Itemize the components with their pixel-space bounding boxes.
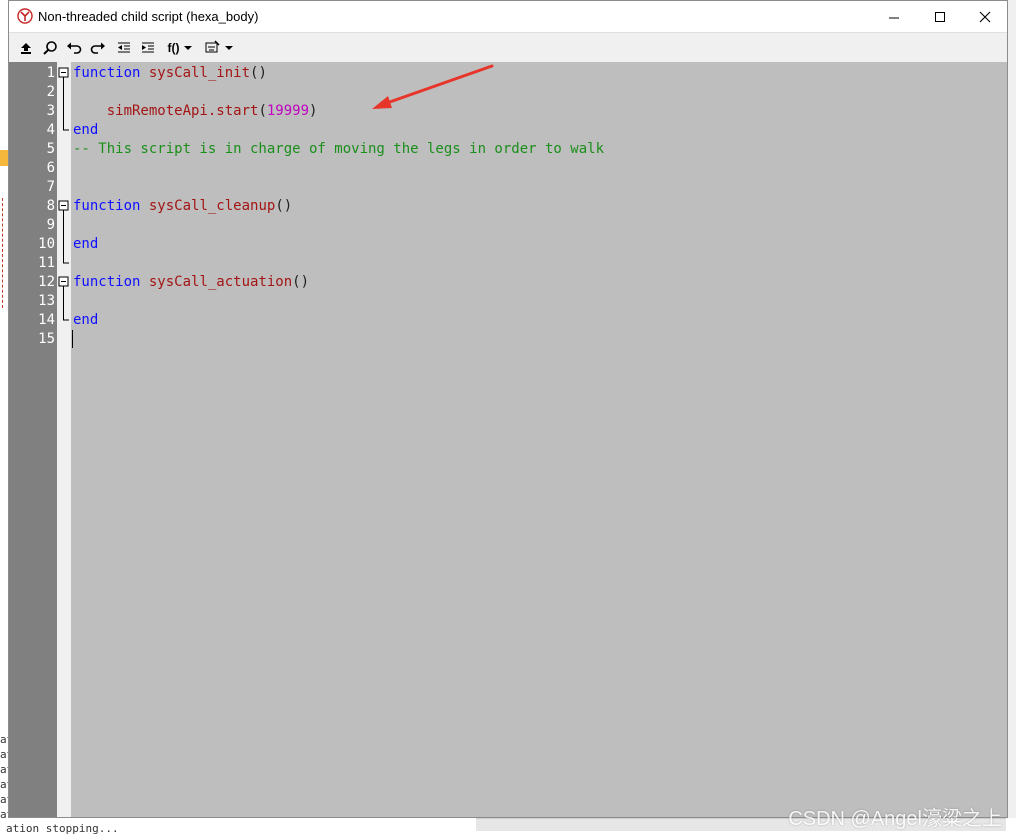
code-area[interactable]: function sysCall_init() simRemoteApi.sta…	[71, 62, 1007, 817]
line-number: 8	[46, 198, 55, 214]
code-token: ()	[250, 65, 267, 81]
code-token: function	[73, 198, 141, 214]
window-title: Non-threaded child script (hexa_body)	[38, 9, 259, 24]
code-token: (	[258, 103, 267, 119]
fold-toggle-icon	[58, 276, 69, 287]
close-icon	[979, 11, 991, 22]
close-button[interactable]	[962, 1, 1008, 32]
annotation-arrow-icon	[372, 64, 494, 109]
fold-toggle-icon	[58, 200, 69, 211]
code-line: function sysCall_actuation()	[73, 273, 309, 292]
code-editor[interactable]: 1 2 3 4 5 6 7 8 9 10 11 12 13 14 15 func…	[9, 62, 1007, 817]
code-token: 19999	[266, 103, 310, 119]
code-token: function	[73, 65, 141, 81]
maximize-icon	[935, 11, 945, 22]
line-number: 9	[46, 217, 55, 233]
line-number: 10	[38, 236, 55, 252]
function-menu-label: f()	[167, 41, 180, 55]
code-token: end	[73, 236, 99, 252]
search-icon	[43, 41, 57, 55]
line-number: 4	[46, 122, 55, 138]
title-bar[interactable]: Non-threaded child script (hexa_body)	[9, 1, 1007, 32]
function-dropdown[interactable]: f()	[163, 37, 197, 59]
search-button[interactable]	[39, 37, 61, 59]
code-token: -- This script is in charge of moving th…	[73, 141, 605, 157]
line-number-gutter: 1 2 3 4 5 6 7 8 9 10 11 12 13 14 15	[9, 62, 57, 817]
code-token: sysCall_actuation	[148, 274, 293, 290]
code-token: end	[73, 122, 99, 138]
app-icon	[17, 8, 33, 24]
code-token: sysCall_cleanup	[148, 198, 276, 214]
code-token: function	[73, 274, 141, 290]
watermark: CSDN @Angel濠粱之上	[788, 808, 1002, 830]
background-highlight	[0, 150, 8, 166]
upload-icon	[21, 43, 31, 54]
script-editor-window: Non-threaded child script (hexa_body) f(…	[8, 0, 1008, 818]
line-number: 12	[38, 274, 55, 290]
redo-icon	[90, 42, 105, 54]
line-number: 6	[46, 160, 55, 176]
code-line: simRemoteApi.start(19999)	[73, 102, 318, 121]
minimize-icon	[889, 17, 899, 18]
line-number: 3	[46, 103, 55, 119]
chevron-down-icon	[225, 46, 233, 50]
line-number: 13	[38, 293, 55, 309]
line-number: 11	[38, 255, 55, 271]
code-token: )	[309, 103, 318, 119]
function-dropdown-icon	[183, 46, 192, 50]
unindent-button[interactable]	[113, 37, 135, 59]
undo-icon	[67, 42, 82, 54]
code-token: ()	[292, 274, 310, 290]
code-token: simRemoteApi.start	[106, 103, 259, 119]
line-number: 15	[38, 331, 55, 347]
code-token: end	[73, 312, 99, 328]
fold-toggle-icon	[58, 67, 69, 78]
insert-snippet-icon	[205, 40, 220, 53]
maximize-button[interactable]	[917, 1, 963, 32]
code-line: end	[73, 311, 98, 330]
code-line: function sysCall_cleanup()	[73, 197, 292, 216]
code-line: -- This script is in charge of moving th…	[73, 140, 604, 159]
line-number: 1	[46, 65, 55, 81]
minimize-button[interactable]	[871, 1, 917, 32]
code-line: function sysCall_init()	[73, 64, 267, 83]
editor-toolbar: f()	[9, 32, 1007, 63]
text-caret	[72, 330, 73, 348]
fold-markers	[58, 67, 69, 321]
indent-button[interactable]	[137, 37, 159, 59]
console-status-text: ation stopping...	[6, 822, 119, 835]
line-number: 7	[46, 179, 55, 195]
fold-margin[interactable]	[57, 62, 71, 817]
code-line: end	[73, 235, 98, 254]
code-line: end	[73, 121, 98, 140]
line-number: 14	[38, 312, 55, 328]
redo-button[interactable]	[87, 37, 109, 59]
code-token: sysCall_init	[148, 65, 251, 81]
line-number: 5	[46, 141, 55, 157]
unindent-icon	[118, 42, 130, 53]
upload-button[interactable]	[15, 37, 37, 59]
undo-button[interactable]	[63, 37, 85, 59]
line-number: 2	[46, 84, 55, 100]
insert-snippet-dropdown[interactable]	[201, 37, 237, 59]
code-token: ()	[275, 198, 293, 214]
indent-icon	[142, 42, 154, 53]
